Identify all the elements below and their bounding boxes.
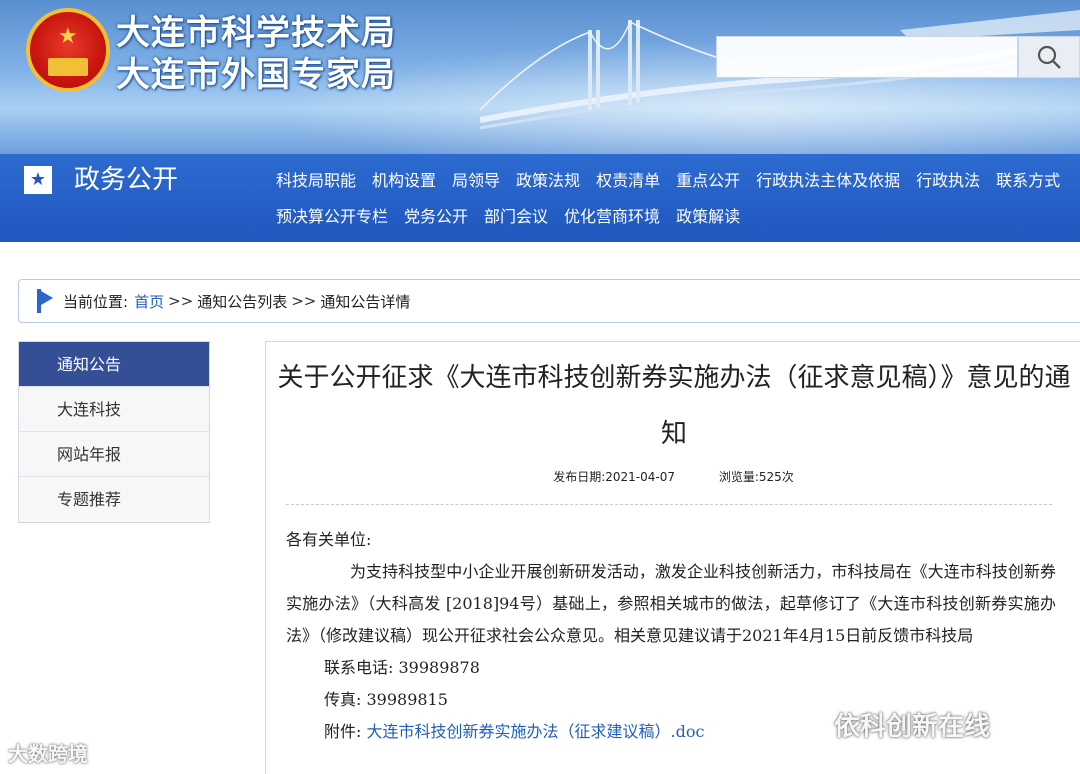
breadcrumb-separator: >> <box>291 292 317 310</box>
national-emblem-icon: ★ <box>26 8 110 92</box>
attachment-link[interactable]: 大连市科技创新券实施办法（征求建议稿）.doc <box>367 722 705 741</box>
nav-item-authority-list[interactable]: 权责清单 <box>596 170 660 192</box>
nav-item-policy-interpretation[interactable]: 政策解读 <box>676 206 740 228</box>
nav-row-secondary: 预决算公开专栏 党务公开 部门会议 优化营商环境 政策解读 <box>276 206 740 228</box>
sidebar-item-dalian-tech[interactable]: 大连科技 <box>19 387 209 432</box>
sidebar: 通知公告 大连科技 网站年报 专题推荐 <box>18 341 210 523</box>
breadcrumb-separator: >> <box>168 292 194 310</box>
divider <box>286 504 1052 505</box>
nav-row-primary: 科技局职能 机构设置 局领导 政策法规 权责清单 重点公开 行政执法主体及依据 … <box>276 170 1060 192</box>
breadcrumb: 当前位置: 首页 >> 通知公告列表 >> 通知公告详情 <box>18 279 1080 323</box>
site-title: 大连市科学技术局 大连市外国专家局 <box>116 12 396 96</box>
breadcrumb-current: 通知公告详情 <box>320 292 411 311</box>
star-badge-icon: ★ <box>24 166 52 194</box>
nav-item-budget[interactable]: 预决算公开专栏 <box>276 206 388 228</box>
nav-item-party-affairs[interactable]: 党务公开 <box>404 206 468 228</box>
nav-item-contact[interactable]: 联系方式 <box>996 170 1060 192</box>
nav-item-leaders[interactable]: 局领导 <box>452 170 500 192</box>
nav-item-business-environment[interactable]: 优化营商环境 <box>564 206 660 228</box>
nav-item-enforcement[interactable]: 行政执法 <box>916 170 980 192</box>
site-title-line2: 大连市外国专家局 <box>116 55 396 95</box>
contact-phone: 联系电话: 39989878 <box>324 658 480 677</box>
search-button[interactable] <box>1018 36 1080 78</box>
breadcrumb-home-link[interactable]: 首页 <box>134 291 164 312</box>
breadcrumb-label: 当前位置: <box>63 292 129 311</box>
breadcrumb-list-link[interactable]: 通知公告列表 <box>197 291 287 312</box>
view-count: 浏览量:525次 <box>718 470 794 484</box>
watermark-left: 大数跨境 <box>8 742 88 766</box>
nav-section-title: 政务公开 <box>74 165 179 195</box>
site-title-line1: 大连市科学技术局 <box>116 13 396 53</box>
nav-item-policies[interactable]: 政策法规 <box>516 170 580 192</box>
publish-date: 发布日期:2021-04-07 <box>553 470 675 484</box>
sidebar-item-notices[interactable]: 通知公告 <box>19 342 209 387</box>
search-input[interactable] <box>716 36 1018 78</box>
sidebar-item-featured[interactable]: 专题推荐 <box>19 477 209 522</box>
nav-item-enforcement-basis[interactable]: 行政执法主体及依据 <box>756 170 900 192</box>
nav-item-key-disclosure[interactable]: 重点公开 <box>676 170 740 192</box>
nav-item-meetings[interactable]: 部门会议 <box>484 206 548 228</box>
attachment-label: 附件: <box>324 722 362 741</box>
article-meta: 发布日期:2021-04-07 浏览量:525次 <box>266 468 1080 485</box>
nav-item-organization[interactable]: 机构设置 <box>372 170 436 192</box>
sidebar-item-annual-report[interactable]: 网站年报 <box>19 432 209 477</box>
salutation: 各有关单位: <box>286 530 372 549</box>
article-title: 关于公开征求《大连市科技创新券实施办法（征求意见稿）》意见的通知 <box>277 363 1071 449</box>
flag-icon <box>37 289 55 313</box>
body-paragraph: 为支持科技型中小企业开展创新研发活动，激发企业科技创新活力，市科技局在《大连市科… <box>286 562 1056 645</box>
main-nav: ★ 政务公开 科技局职能 机构设置 局领导 政策法规 权责清单 重点公开 行政执… <box>0 154 1080 242</box>
watermark-right: 依科创新在线 <box>834 712 991 742</box>
search-icon <box>1037 45 1061 69</box>
nav-item-functions[interactable]: 科技局职能 <box>276 170 356 192</box>
